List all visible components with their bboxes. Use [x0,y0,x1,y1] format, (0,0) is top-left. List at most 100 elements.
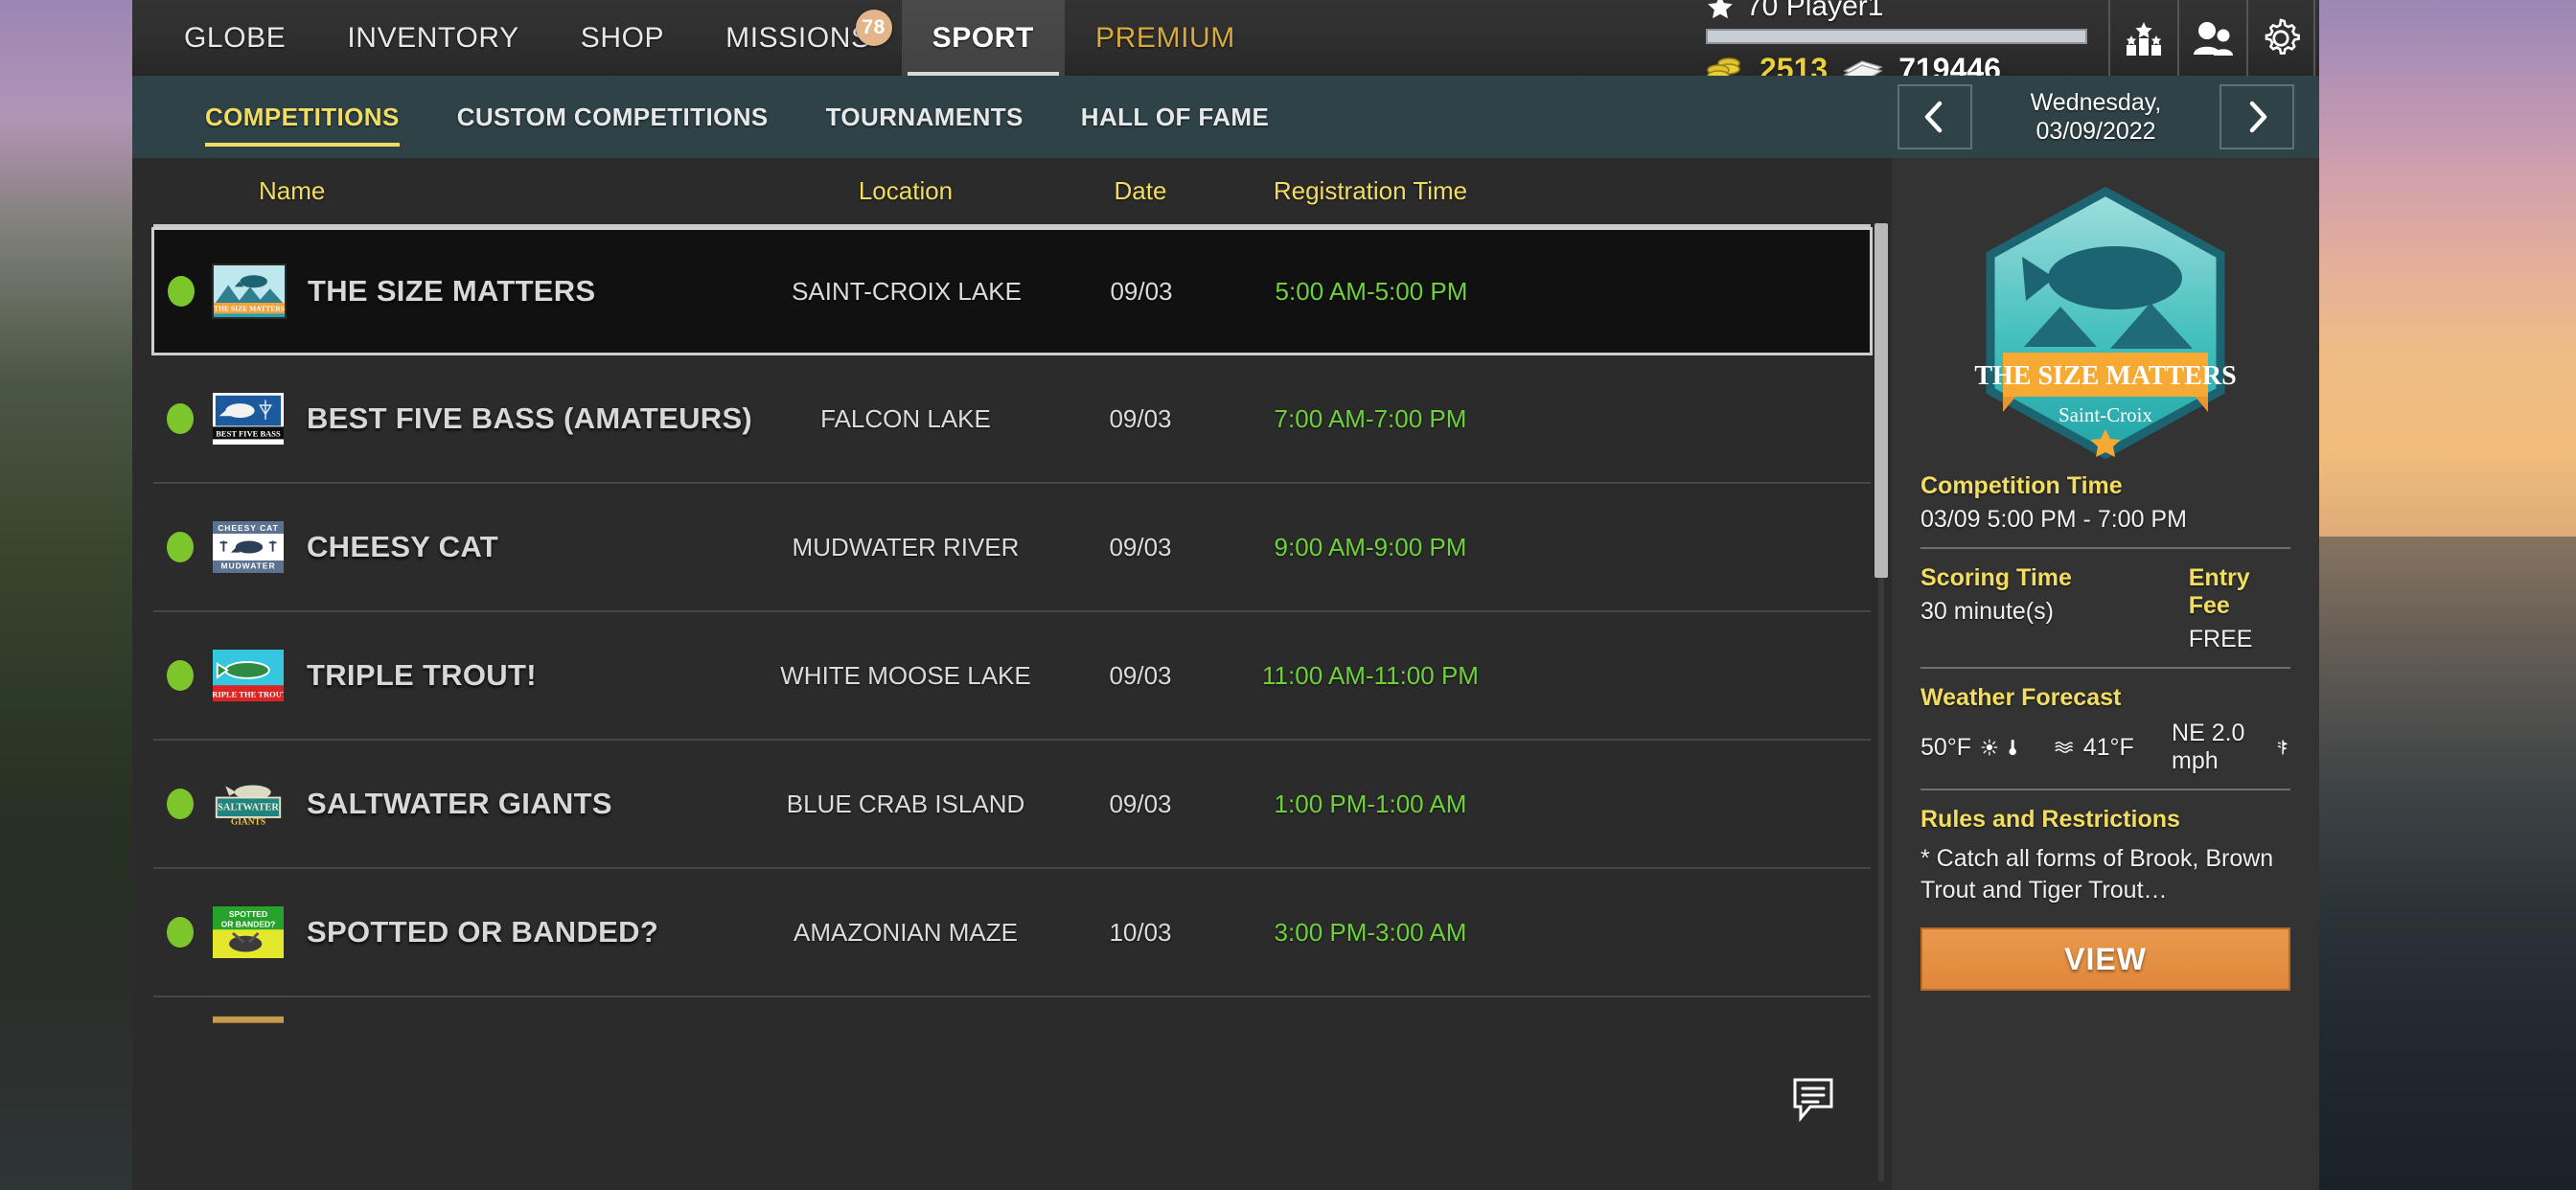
settings-button[interactable] [2246,0,2315,76]
player-identity: 70 Player1 [1706,0,2087,23]
table-row[interactable]: CHEESY CAT MUDWATER CHEESY CAT MUDWATER … [153,484,1871,612]
scrollbar-thumb[interactable] [1874,223,1888,578]
next-day-button[interactable] [2220,84,2294,149]
previous-day-button[interactable] [1898,84,1972,149]
player-level-name: 70 Player1 [1746,0,1884,22]
competition-date: 09/03 [1109,660,1172,690]
nav-item-label: INVENTORY [347,21,519,54]
wind-icon [2277,740,2288,755]
chat-button[interactable] [1769,1056,1857,1142]
tab-label: HALL OF FAME [1080,102,1270,131]
weather-section: Weather Forecast 50°F 41°F NE 2.0 mph [1920,684,2290,775]
competition-location: AMAZONIAN MAZE [793,917,1018,947]
chevron-right-icon [2249,101,2267,133]
competition-location: FALCON LAKE [820,403,991,433]
nav-item-label: SPORT [932,21,1034,54]
selected-date: Wednesday, 03/09/2022 [1972,88,2220,147]
nav-item-label: GLOBE [184,21,287,54]
air-temperature: 50°F [1920,733,1972,761]
top-icon-group [2108,0,2315,76]
competition-registration-time: 1:00 PM-1:00 AM [1274,789,1467,818]
status-indicator-dot [167,660,194,691]
cheesy-cat-thumb-icon: CHEESY CAT MUDWATER [213,521,284,573]
entry-fee-value: FREE [2188,626,2253,652]
column-header-registration-time: Registration Time [1273,176,1468,205]
game-background-left [0,0,134,1190]
nav-item-label: MISSIONS [725,21,871,54]
tab-label: TOURNAMENTS [825,102,1024,131]
svg-text:OR BANDED?: OR BANDED? [221,919,276,928]
competition-location: WHITE MOOSE LAKE [780,660,1031,690]
table-row[interactable]: SPOTTED OR BANDED? SPOTTED OR BANDED? AM… [153,869,1871,997]
nav-item-premium[interactable]: PREMIUM [1065,0,1266,76]
weather-forecast-label: Weather Forecast [1920,684,2122,711]
spotted-or-banded-thumb-icon: SPOTTED OR BANDED? [213,906,284,958]
scoring-entry-section: Scoring Time 30 minute(s) Entry Fee FREE [1920,564,2290,653]
star-icon [1708,0,1733,18]
tab-custom-competitions[interactable]: CUSTOM COMPETITIONS [428,76,797,158]
nav-item-missions[interactable]: MISSIONS 78 [695,0,902,76]
svg-text:SALTWATER: SALTWATER [218,803,279,813]
friends-button[interactable] [2177,0,2246,76]
table-row[interactable] [153,997,1871,1055]
column-header-name: Name [259,176,326,205]
competition-badge: THE SIZE MATTERS Saint-Croix [1920,179,2290,467]
leaderboard-icon [2126,21,2162,56]
status-indicator-dot [167,789,194,819]
divider [1920,667,2290,669]
the-size-matters-thumb-icon: THE SIZE MATTERS [214,265,285,317]
status-indicator-dot [167,917,194,948]
tab-competitions[interactable]: COMPETITIONS [176,76,428,158]
competition-thumbnail [211,1003,286,1028]
competition-date: 09/03 [1109,532,1172,561]
competition-thumbnail: TRIPLE THE TROUT! [211,648,286,703]
competitions-list-pane: Name Location Date Registration Time THE… [132,158,1892,1190]
svg-text:THE SIZE MATTERS: THE SIZE MATTERS [214,305,285,313]
nav-item-inventory[interactable]: INVENTORY [316,0,549,76]
settings-gear-icon [2265,17,2300,55]
nav-item-globe[interactable]: GLOBE [153,0,316,76]
chat-bubble-icon [1793,1078,1833,1122]
tab-label: COMPETITIONS [205,102,400,131]
competition-thumbnail: CHEESY CAT MUDWATER [211,519,286,575]
competition-registration-time: 3:00 PM-3:00 AM [1274,917,1467,947]
player-panel: 70 Player1 2513 719446 [1696,0,2319,86]
next-competition-thumb-icon [213,1005,284,1026]
view-button-label: VIEW [2064,941,2147,976]
view-button[interactable]: VIEW [1920,927,2290,991]
competition-location: MUDWATER RIVER [792,532,1020,561]
competition-registration-time: 5:00 AM-5:00 PM [1275,276,1468,306]
status-indicator-dot [168,276,195,307]
content-area: Name Location Date Registration Time THE… [132,158,2319,1190]
competition-date: 09/03 [1109,789,1172,818]
status-indicator-dot [167,532,194,562]
tab-tournaments[interactable]: TOURNAMENTS [797,76,1052,158]
svg-text:MUDWATER: MUDWATER [220,561,275,570]
nav-item-sport[interactable]: SPORT [901,0,1065,76]
nav-item-shop[interactable]: SHOP [550,0,695,76]
competition-registration-time: 11:00 AM-11:00 PM [1262,660,1479,690]
divider [1920,547,2290,549]
column-header-location: Location [858,176,954,205]
competition-location: BLUE CRAB ISLAND [786,789,1025,818]
competition-thumbnail: SALTWATER GIANTS [211,776,286,832]
water-temperature: 41°F [2082,733,2134,761]
xp-progress-bar [1706,29,2087,44]
column-header-date: Date [1114,176,1167,205]
rules-text: * Catch all forms of Brook, Brown Trout … [1920,845,2274,904]
nav-item-label: PREMIUM [1095,21,1235,54]
date-navigator: Wednesday, 03/09/2022 [1898,84,2319,149]
table-row[interactable]: THE SIZE MATTERS THE SIZE MATTERS SAINT-… [151,227,1873,355]
sport-screen: GLOBE INVENTORY SHOP MISSIONS 78 SPORT P… [132,0,2319,1190]
table-row[interactable]: TRIPLE THE TROUT! TRIPLE TROUT! WHITE MO… [153,612,1871,741]
list-scrollbar[interactable] [1874,223,1888,1181]
saltwater-giants-thumb-icon: SALTWATER GIANTS [213,778,284,830]
badge-subtitle-text: Saint-Croix [2058,403,2152,426]
table-row[interactable]: BEST FIVE BASS BEST FIVE BASS (AMATEURS)… [153,355,1871,484]
leaderboard-button[interactable] [2108,0,2177,76]
tab-hall-of-fame[interactable]: HALL OF FAME [1052,76,1298,158]
competition-thumbnail: SPOTTED OR BANDED? [211,904,286,960]
svg-text:GIANTS: GIANTS [231,817,265,827]
sun-icon [1981,739,1998,756]
table-row[interactable]: SALTWATER GIANTS SALTWATER GIANTS BLUE C… [153,741,1871,869]
